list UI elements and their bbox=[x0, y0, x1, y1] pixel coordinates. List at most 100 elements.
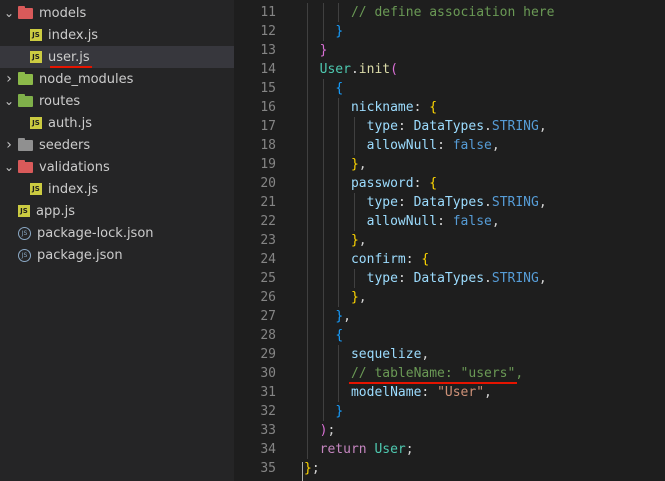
code-line[interactable]: } bbox=[335, 22, 343, 41]
code-token: { bbox=[421, 252, 430, 267]
chevron-down-icon[interactable]: ⌄ bbox=[2, 95, 16, 107]
code-token: : bbox=[397, 195, 414, 210]
code-line[interactable]: type: DataTypes.STRING, bbox=[367, 269, 547, 288]
indent-guide bbox=[307, 22, 308, 41]
indent-guide bbox=[353, 136, 355, 155]
indent-guide bbox=[307, 383, 308, 402]
code-line[interactable]: password: { bbox=[351, 174, 437, 193]
tree-item-index-js[interactable]: JS index.js bbox=[0, 178, 234, 200]
tree-item-routes[interactable]: ⌄ routes bbox=[0, 90, 234, 112]
tree-item-validations[interactable]: ⌄ validations bbox=[0, 156, 234, 178]
code-line[interactable]: { bbox=[335, 79, 343, 98]
code-token: } bbox=[335, 309, 344, 324]
indent-guide bbox=[322, 345, 324, 364]
code-line[interactable]: confirm: { bbox=[351, 250, 429, 269]
tree-item-label: models bbox=[39, 5, 87, 21]
code-line[interactable]: modelName: "User", bbox=[351, 383, 492, 402]
code-line[interactable]: }, bbox=[351, 288, 367, 307]
code-line[interactable]: return User; bbox=[320, 440, 414, 459]
code-line[interactable]: }, bbox=[335, 307, 351, 326]
code-token: STRING bbox=[491, 119, 539, 134]
indent-guide bbox=[338, 269, 340, 288]
code-line[interactable]: allowNull: false, bbox=[367, 136, 500, 155]
indent-guide bbox=[338, 231, 340, 250]
code-token: , bbox=[358, 157, 367, 172]
code-line[interactable]: } bbox=[320, 41, 328, 60]
indent-guide bbox=[322, 307, 324, 326]
indent-guide bbox=[338, 117, 340, 136]
code-token: , bbox=[538, 271, 547, 286]
indent-guide bbox=[338, 136, 340, 155]
line-number: 29 bbox=[260, 347, 276, 362]
code-token: User bbox=[374, 442, 406, 457]
code-line[interactable]: { bbox=[335, 326, 343, 345]
tree-item-label: auth.js bbox=[48, 115, 93, 131]
code-token: modelName bbox=[350, 385, 422, 400]
code-token: init bbox=[358, 62, 391, 77]
code-token: DataTypes bbox=[413, 271, 485, 286]
code-line[interactable]: ); bbox=[320, 421, 336, 440]
code-token: { bbox=[335, 328, 344, 343]
chevron-right-icon[interactable]: › bbox=[2, 71, 16, 87]
code-token: { bbox=[429, 100, 438, 115]
code-token: } bbox=[335, 404, 344, 419]
code-token: : bbox=[421, 385, 438, 400]
indent-guide bbox=[338, 345, 340, 364]
indent-guide bbox=[307, 288, 308, 307]
code-token: type bbox=[366, 195, 398, 210]
indent-guide bbox=[307, 440, 308, 459]
code-token: , bbox=[358, 290, 367, 305]
chevron-down-icon[interactable]: ⌄ bbox=[2, 7, 16, 19]
indent-guide bbox=[338, 174, 340, 193]
code-line[interactable]: } bbox=[335, 402, 343, 421]
indent-guide bbox=[307, 155, 308, 174]
javascript-file-icon: JS bbox=[30, 117, 42, 129]
chevron-down-icon[interactable]: ⌄ bbox=[2, 161, 16, 173]
code-line[interactable]: type: DataTypes.STRING, bbox=[367, 193, 547, 212]
code-token: . bbox=[484, 271, 492, 286]
code-token: false bbox=[452, 138, 492, 153]
tree-item-user-js[interactable]: JS user.js bbox=[0, 46, 234, 68]
tree-item-app-js[interactable]: JS app.js bbox=[0, 200, 234, 222]
code-editor[interactable]: 11 12 13 14 15 16 17 18 19 20 21 22 23 24 25 26 27 28 29 30… bbox=[234, 0, 665, 481]
code-line[interactable]: }; bbox=[304, 459, 320, 478]
line-number: 32 bbox=[260, 404, 276, 419]
tree-item-label: node_modules bbox=[39, 71, 134, 87]
chevron-right-icon[interactable]: › bbox=[2, 137, 16, 153]
indent-guide bbox=[322, 22, 324, 41]
code-line[interactable]: type: DataTypes.STRING, bbox=[367, 117, 547, 136]
tree-item-index-js[interactable]: JS index.js bbox=[0, 24, 234, 46]
code-token: "User" bbox=[437, 385, 485, 400]
folder-icon bbox=[18, 71, 33, 85]
tree-item-package-lock-json[interactable]: JS package-lock.json bbox=[0, 222, 234, 244]
code-line[interactable]: }, bbox=[351, 155, 367, 174]
tree-item-label: index.js bbox=[48, 181, 99, 197]
indent-guide bbox=[307, 136, 308, 155]
tree-item-models[interactable]: ⌄ models bbox=[0, 2, 234, 24]
code-line[interactable]: nickname: { bbox=[351, 98, 437, 117]
code-token: // tableName: "users", bbox=[350, 366, 524, 381]
tree-item-auth-js[interactable]: JS auth.js bbox=[0, 112, 234, 134]
line-number: 21 bbox=[260, 195, 276, 210]
tree-item-seeders[interactable]: › seeders bbox=[0, 134, 234, 156]
indent-guide bbox=[307, 364, 308, 383]
indent-guide bbox=[307, 3, 308, 22]
code-token: : bbox=[437, 138, 453, 153]
code-line[interactable]: allowNull: false, bbox=[367, 212, 500, 231]
line-number: 24 bbox=[260, 252, 276, 267]
code-token: allowNull bbox=[366, 214, 438, 229]
code-token: } bbox=[319, 43, 328, 58]
indent-guide bbox=[322, 269, 324, 288]
code-line[interactable]: }, bbox=[351, 231, 367, 250]
tree-item-label: package-lock.json bbox=[37, 225, 154, 241]
tree-item-package-json[interactable]: JS package.json bbox=[0, 244, 234, 266]
line-number: 26 bbox=[260, 290, 276, 305]
tree-item-label: index.js bbox=[48, 27, 99, 43]
code-line[interactable]: // define association here bbox=[351, 3, 555, 22]
indent-guide bbox=[338, 212, 340, 231]
code-line[interactable]: // tableName: "users", bbox=[351, 364, 523, 383]
code-line[interactable]: sequelize, bbox=[351, 345, 429, 364]
tree-item-node-modules[interactable]: › node_modules bbox=[0, 68, 234, 90]
code-line[interactable]: User.init( bbox=[320, 60, 398, 79]
indent-guide bbox=[307, 212, 308, 231]
